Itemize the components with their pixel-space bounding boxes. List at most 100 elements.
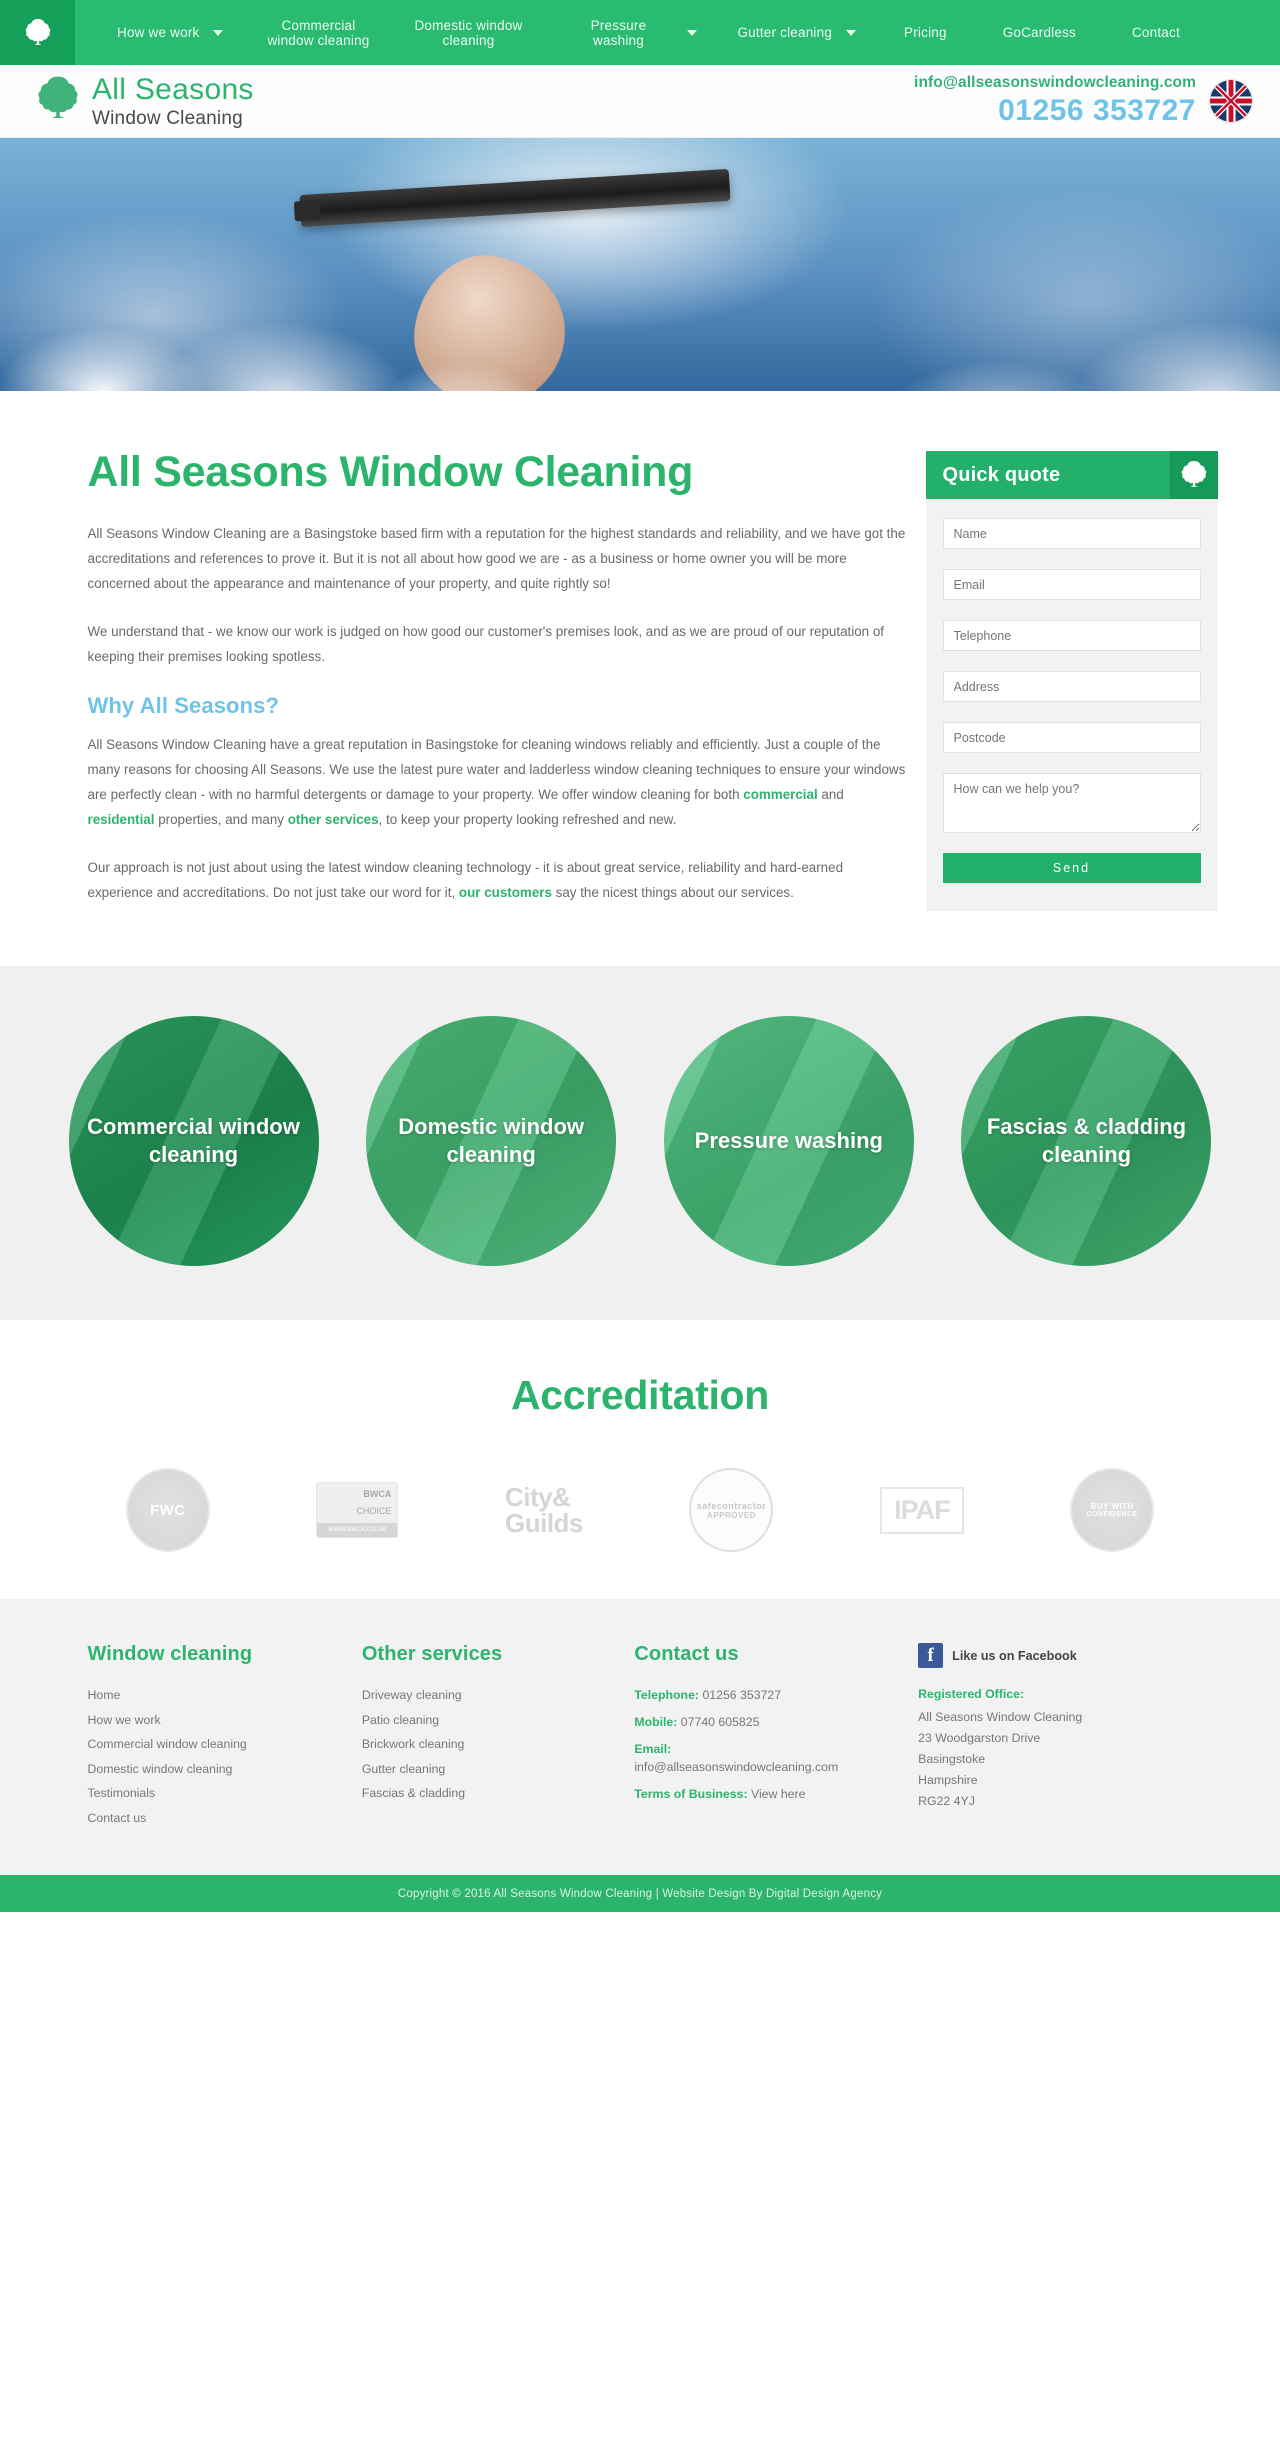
footer-address-line: All Seasons Window Cleaning [918,1710,1083,1725]
footer-email-label-row: Email: [634,1742,918,1756]
nav-logo-button[interactable] [0,0,75,65]
safecontractor-top: safecontractor [696,1500,767,1511]
footer-terms-row: Terms of Business: View here [634,1787,918,1801]
footer-address-line: 23 Woodgarston Drive [918,1731,1041,1746]
footer-link-patio-cleaning[interactable]: Patio cleaning [362,1713,634,1727]
footer-address-line: Hampshire [918,1773,978,1788]
nav-item-pressure-washing[interactable]: Pressure washing [543,18,717,48]
nav-item-pricing[interactable]: Pricing [876,25,975,40]
footer-email-label: Email: [634,1742,672,1757]
nav-item-contact[interactable]: Contact [1104,25,1208,40]
footer-link-how-we-work[interactable]: How we work [88,1713,362,1727]
nav-item-list: How we work Commercial window cleaning D… [75,0,1280,65]
service-label: Domestic window cleaning [398,1114,585,1168]
service-circle-commercial-window-cleaning[interactable]: Commercial window cleaning [68,1016,319,1267]
nav-item-how-we-work[interactable]: How we work [97,25,243,40]
quote-column: Quick quote Send [925,449,1218,928]
footer-link-brickwork-cleaning[interactable]: Brickwork cleaning [362,1737,634,1751]
footer-link-home[interactable]: Home [88,1688,362,1702]
nav-item-commercial-window-cleaning[interactable]: Commercial window cleaning [243,18,393,48]
name-input[interactable] [942,518,1201,549]
link-commercial[interactable]: commercial [743,787,817,802]
nav-item-gocardless[interactable]: GoCardless [975,25,1104,40]
accreditation-title: Accreditation [510,1372,770,1419]
service-label: Pressure washing [694,1128,883,1154]
footer-mobile-row: Mobile: 07740 605825 [634,1715,918,1729]
link-residential[interactable]: residential [88,812,155,827]
footer-mobile-value[interactable]: 07740 605825 [681,1715,760,1729]
footer-link-driveway-cleaning[interactable]: Driveway cleaning [362,1688,634,1702]
quick-quote-header: Quick quote [925,451,1218,499]
facebook-label: Like us on Facebook [952,1648,1077,1663]
footer-terms-label: Terms of Business: [634,1787,748,1802]
quick-quote-title: Quick quote [942,463,1061,486]
uk-flag-icon [1210,80,1252,122]
copyright-bar: Copyright © 2016 All Seasons Window Clea… [0,1875,1280,1913]
footer-telephone-row: Telephone: 01256 353727 [634,1688,918,1702]
accreditation-logo-safecontractor: safecontractor APPROVED [689,1467,774,1553]
nav-item-label: Pricing [904,25,947,40]
email-input[interactable] [942,569,1201,600]
footer-heading-contact-us: Contact us [634,1643,739,1666]
accreditation-logo-bwca: BWCA CHOICE WWW.BWCA.CO.UK [316,1467,399,1553]
service-circle-domestic-window-cleaning[interactable]: Domestic window cleaning [366,1016,617,1267]
city-guilds-line1: City& [504,1482,571,1513]
approach-paragraph: Our approach is not just about using the… [88,856,908,906]
why-all-seasons-heading: Why All Seasons? [87,692,279,718]
message-textarea[interactable] [942,773,1201,833]
footer-column-office: f Like us on Facebook Registered Office:… [918,1643,1192,1835]
postcode-input[interactable] [942,722,1201,753]
footer-column-contact-us: Contact us Telephone: 01256 353727 Mobil… [634,1643,918,1835]
accreditation-logo-fwc: FWC [125,1467,210,1553]
footer-telephone-value[interactable]: 01256 353727 [702,1688,781,1702]
accreditation-logo-ipaf: IPAF [880,1467,964,1553]
footer-link-contact-us[interactable]: Contact us [88,1811,362,1825]
nav-item-gutter-cleaning[interactable]: Gutter cleaning [717,25,876,40]
facebook-link[interactable]: f Like us on Facebook [918,1643,1192,1669]
tree-icon [1169,451,1218,499]
nav-item-label: Domestic window cleaning [414,17,523,48]
why-text-b: and [817,786,844,802]
link-our-customers[interactable]: our customers [459,885,552,900]
footer-link-domestic-window-cleaning[interactable]: Domestic window cleaning [88,1762,362,1776]
buy-with-confidence-bottom: CONFIDENCE [1086,1511,1138,1519]
footer-link-commercial-window-cleaning[interactable]: Commercial window cleaning [88,1737,362,1751]
bwca-badge-sub: CHOICE [356,1506,392,1517]
service-circle-fascias-cladding-cleaning[interactable]: Fascias & cladding cleaning [961,1016,1212,1267]
footer-mobile-label: Mobile: [634,1715,678,1730]
header-email-link[interactable]: info@allseasonswindowcleaning.com [914,74,1196,92]
nav-item-label: Gutter cleaning [737,25,833,40]
address-input[interactable] [942,671,1201,702]
safecontractor-bottom: APPROVED [707,1510,756,1520]
footer-terms-link[interactable]: View here [751,1787,805,1801]
brand-logo[interactable]: All Seasons Window Cleaning [36,72,254,129]
accreditation-logo-city-and-guilds: City& Guilds [505,1467,583,1553]
accreditation-section: Accreditation FWC BWCA CHOICE WWW.BWCA.C… [0,1320,1280,1600]
brand-subtitle: Window Cleaning [92,107,243,129]
footer-heading-other-services: Other services [361,1643,503,1666]
send-button[interactable]: Send [942,853,1201,883]
header-phone-number[interactable]: 01256 353727 [914,94,1196,128]
service-label: Fascias & cladding cleaning [986,1114,1187,1168]
ipaf-badge-text: IPAF [880,1486,964,1534]
nav-item-label: How we work [117,25,200,40]
quick-quote-card: Quick quote Send [925,451,1218,911]
footer-address-line: Basingstoke [918,1752,986,1767]
brand-title: All Seasons [92,72,254,106]
footer-link-testimonials[interactable]: Testimonials [88,1786,362,1800]
footer-email-value[interactable]: info@allseasonswindowcleaning.com [634,1760,918,1774]
telephone-input[interactable] [942,620,1201,651]
why-text-d: , to keep your property looking refreshe… [378,811,677,827]
facebook-icon: f [918,1643,944,1669]
nav-item-label: GoCardless [1002,25,1076,40]
link-other-services[interactable]: other services [288,812,379,827]
nav-item-domestic-window-cleaning[interactable]: Domestic window cleaning [393,18,543,48]
tree-icon [25,18,51,48]
footer-link-fascias-cladding[interactable]: Fascias & cladding [362,1786,634,1800]
page-title: All Seasons Window Cleaning [87,448,694,496]
service-circle-pressure-washing[interactable]: Pressure washing [663,1016,914,1267]
footer-link-gutter-cleaning[interactable]: Gutter cleaning [362,1762,634,1776]
footer-heading-window-cleaning: Window cleaning [87,1643,253,1666]
why-text-c: properties, and many [154,811,288,827]
site-footer: Window cleaning Home How we work Commerc… [0,1599,1280,1876]
